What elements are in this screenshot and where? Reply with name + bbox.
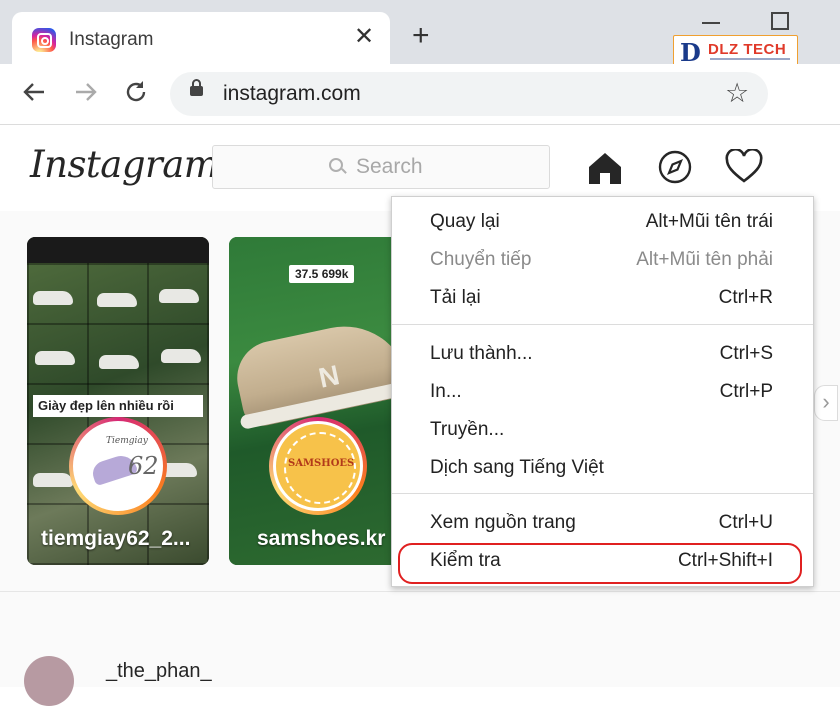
menu-item-label: Tải lại — [430, 287, 481, 308]
browser-tab-strip: Instagram ✕ + D DLZ TECH — [0, 0, 840, 70]
story-username: tiemgiay62_2... — [41, 527, 191, 550]
forward-icon[interactable] — [72, 78, 100, 106]
menu-item-label: Dịch sang Tiếng Việt — [430, 457, 604, 478]
story-price-tag: 37.5 699k — [289, 265, 355, 283]
home-icon[interactable] — [586, 149, 624, 187]
watermark-underline — [710, 58, 790, 60]
menu-divider — [392, 493, 813, 494]
watermark-brand: DLZ TECH — [708, 41, 787, 58]
avatar: SAMSHOES — [273, 421, 363, 511]
menu-item-label: Xem nguồn trang — [430, 512, 576, 533]
menu-item-label: Quay lại — [430, 211, 500, 232]
maximize-window-icon[interactable] — [771, 12, 789, 30]
menu-item-shortcut: Alt+Mũi tên phải — [636, 249, 773, 270]
menu-item-label: In... — [430, 381, 462, 402]
menu-divider — [392, 324, 813, 325]
search-icon — [329, 158, 343, 172]
story-card[interactable]: Giày đẹp lên nhiều rồi Tiemgiay 62 tiemg… — [27, 237, 209, 565]
avatar-brand-text: Tiemgiay — [106, 436, 148, 446]
avatar[interactable] — [24, 656, 74, 706]
heart-icon[interactable] — [724, 149, 764, 185]
context-menu: Quay lại Alt+Mũi tên trái Chuyển tiếp Al… — [391, 196, 814, 587]
menu-item-forward[interactable]: Chuyển tiếp Alt+Mũi tên phải — [392, 243, 813, 281]
menu-item-label: Chuyển tiếp — [430, 249, 532, 270]
story-avatar-ring: SAMSHOES — [269, 417, 367, 515]
menu-item-save-as[interactable]: Lưu thành... Ctrl+S — [392, 337, 813, 375]
menu-item-print[interactable]: In... Ctrl+P — [392, 375, 813, 413]
explore-icon[interactable] — [657, 149, 693, 185]
watermark-mark: D — [680, 38, 701, 67]
menu-item-label: Lưu thành... — [430, 343, 533, 364]
story-caption: Giày đẹp lên nhiều rồi — [33, 395, 203, 417]
browser-tab[interactable]: Instagram ✕ — [12, 12, 390, 66]
menu-item-shortcut: Ctrl+U — [718, 512, 773, 533]
close-tab-icon[interactable]: ✕ — [354, 25, 374, 49]
minimize-window-icon[interactable] — [702, 22, 720, 24]
menu-item-back[interactable]: Quay lại Alt+Mũi tên trái — [392, 205, 813, 243]
bookmark-star-icon[interactable]: ☆ — [725, 78, 749, 108]
menu-item-label: Truyền... — [430, 419, 505, 440]
address-bar[interactable]: instagram.com ☆ — [170, 72, 768, 116]
story-username: samshoes.kr — [257, 527, 386, 550]
story-top-bar — [27, 237, 209, 263]
reload-icon[interactable] — [122, 78, 150, 106]
lock-icon[interactable] — [190, 79, 203, 96]
menu-item-reload[interactable]: Tải lại Ctrl+R — [392, 281, 813, 319]
avatar-brand-text: SAMSHOES — [288, 458, 355, 469]
post-username[interactable]: _the_phan_ — [106, 660, 212, 683]
new-tab-button[interactable]: + — [412, 21, 430, 51]
instagram-search-input[interactable]: Search — [212, 145, 550, 189]
menu-item-view-source[interactable]: Xem nguồn trang Ctrl+U — [392, 506, 813, 544]
url-text: instagram.com — [223, 82, 361, 105]
menu-item-shortcut: Ctrl+S — [719, 343, 773, 364]
menu-item-shortcut: Ctrl+P — [719, 381, 773, 402]
story-card[interactable]: 37.5 699k N SAMSHOES samshoes.kr — [229, 237, 411, 565]
browser-toolbar: instagram.com ☆ — [0, 64, 840, 124]
avatar-number-text: 62 — [128, 452, 159, 480]
menu-item-shortcut: Alt+Mũi tên trái — [645, 211, 773, 232]
stories-next-button[interactable]: › — [814, 385, 838, 421]
story-avatar-ring: Tiemgiay 62 — [69, 417, 167, 515]
menu-item-translate[interactable]: Dịch sang Tiếng Việt — [392, 451, 813, 489]
tab-title: Instagram — [69, 29, 154, 50]
avatar: Tiemgiay 62 — [73, 421, 163, 511]
menu-item-shortcut: Ctrl+R — [718, 287, 773, 308]
instagram-logo[interactable]: Instagram — [30, 143, 219, 186]
instagram-favicon-icon — [32, 28, 56, 52]
search-placeholder: Search — [356, 155, 423, 178]
inspect-highlight-annotation — [398, 543, 802, 584]
back-icon[interactable] — [20, 78, 48, 106]
menu-item-cast[interactable]: Truyền... — [392, 413, 813, 451]
